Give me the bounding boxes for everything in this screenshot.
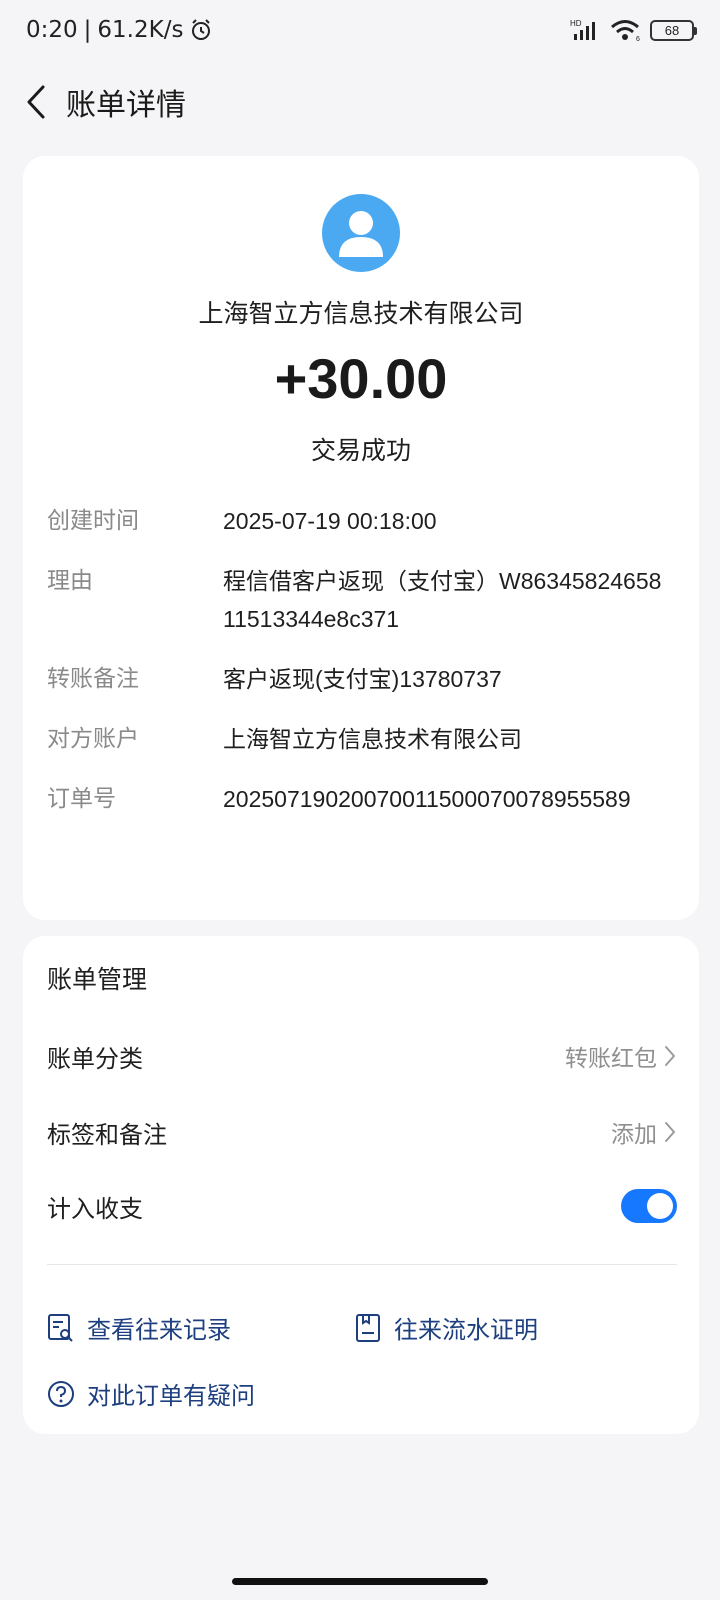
- page-title: 账单详情: [66, 88, 186, 123]
- category-row[interactable]: 账单分类 转账红包: [47, 1032, 677, 1080]
- order-question-link[interactable]: 对此订单有疑问: [47, 1376, 255, 1411]
- include-income-label: 计入收支: [47, 1194, 143, 1223]
- category-value: 转账红包: [565, 1046, 657, 1072]
- svg-text:HD: HD: [570, 19, 582, 28]
- status-time: 0:20: [26, 17, 78, 43]
- category-right: 转账红包: [565, 1039, 677, 1073]
- tags-right: 添加: [611, 1115, 677, 1149]
- alarm-icon: [192, 19, 211, 40]
- include-income-row: 计入收支: [47, 1182, 677, 1230]
- wifi-icon: 6: [611, 20, 640, 42]
- flow-proof-text: 往来流水证明: [394, 1316, 538, 1344]
- detail-row-reason: 理由 程信借客户返现（支付宝）W8634582465811513344e8c37…: [47, 562, 687, 638]
- detail-row-created-time: 创建时间 2025-07-19 00:18:00: [47, 502, 687, 540]
- home-indicator[interactable]: [232, 1578, 488, 1585]
- signal-icon: HD: [570, 19, 595, 40]
- payer-avatar: [322, 194, 400, 272]
- back-button[interactable]: [16, 82, 56, 122]
- chevron-left-icon: [27, 85, 45, 119]
- payer-name: 上海智立方信息技术有限公司: [198, 299, 524, 328]
- status-left: 0:20 | 61.2K/s: [26, 17, 213, 43]
- bill-management-card: 账单管理 账单分类 转账红包 标签和备注 添加 计入收支 查看往来记录 往来流水…: [23, 936, 699, 1434]
- detail-row-counterparty: 对方账户 上海智立方信息技术有限公司: [47, 720, 687, 758]
- toggle-knob: [647, 1193, 673, 1219]
- view-records-text: 查看往来记录: [87, 1316, 231, 1344]
- detail-label: 对方账户: [47, 726, 139, 752]
- order-question-text: 对此订单有疑问: [87, 1382, 255, 1410]
- app-header: 账单详情: [0, 70, 720, 134]
- user-avatar-icon: [339, 211, 383, 257]
- detail-value: 上海智立方信息技术有限公司: [223, 726, 522, 752]
- document-icon: [356, 1313, 380, 1342]
- view-records-link[interactable]: 查看往来记录: [47, 1310, 231, 1345]
- tags-label: 标签和备注: [47, 1120, 167, 1149]
- detail-value[interactable]: 20250719020070011500070078955589: [223, 780, 673, 818]
- tags-notes-row[interactable]: 标签和备注 添加: [47, 1108, 677, 1156]
- flow-proof-link[interactable]: 往来流水证明: [354, 1310, 538, 1345]
- status-separator: |: [83, 17, 92, 43]
- section-title: 账单管理: [47, 965, 148, 994]
- divider: [47, 1264, 677, 1265]
- detail-row-order-number: 订单号 20250719020070011500070078955589: [47, 780, 687, 818]
- include-income-toggle[interactable]: [621, 1189, 677, 1223]
- category-label: 账单分类: [47, 1044, 143, 1073]
- detail-row-transfer-note: 转账备注 客户返现(支付宝)13780737: [47, 660, 687, 698]
- detail-label: 转账备注: [47, 666, 139, 692]
- transaction-amount: +30.00: [274, 347, 448, 410]
- detail-value: 客户返现(支付宝)13780737: [223, 666, 502, 692]
- question-icon: [48, 1380, 74, 1407]
- chevron-right-icon: [665, 1046, 675, 1066]
- detail-label: 订单号: [47, 786, 116, 812]
- detail-value: 程信借客户返现（支付宝）W8634582465811513344e8c371: [223, 568, 662, 632]
- transaction-status: 交易成功: [310, 436, 411, 465]
- battery-level: 68: [664, 22, 680, 38]
- detail-label: 理由: [47, 568, 93, 594]
- chevron-right-icon: [665, 1122, 675, 1142]
- tags-value: 添加: [611, 1122, 657, 1148]
- svg-text:6: 6: [636, 36, 640, 42]
- transaction-card: 上海智立方信息技术有限公司 +30.00 交易成功 创建时间 2025-07-1…: [23, 156, 699, 920]
- battery-icon: 68: [650, 19, 697, 41]
- status-network-speed: 61.2K/s: [97, 17, 184, 43]
- status-right: HD 6 68: [570, 18, 697, 42]
- status-bar: 0:20 | 61.2K/s HD 6 68: [0, 0, 720, 60]
- detail-value: 2025-07-19 00:18:00: [223, 508, 437, 534]
- record-search-icon: [48, 1313, 73, 1342]
- detail-label: 创建时间: [47, 508, 139, 534]
